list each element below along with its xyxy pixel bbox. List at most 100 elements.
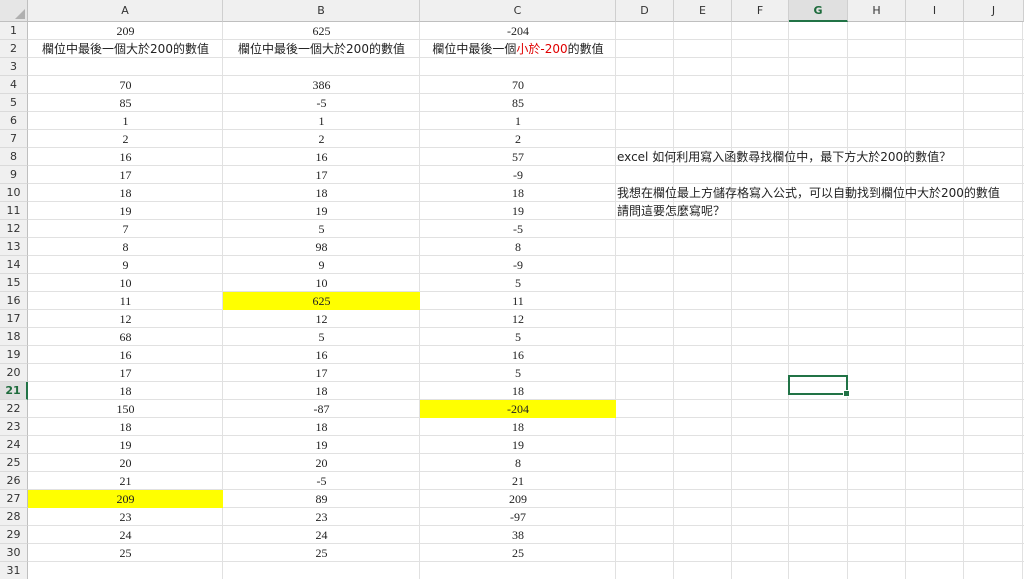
cell-b16[interactable]: 625 bbox=[223, 292, 420, 310]
row-header-14[interactable]: 14 bbox=[0, 256, 28, 274]
cell-b25[interactable]: 20 bbox=[223, 454, 420, 472]
cell-b12[interactable]: 5 bbox=[223, 220, 420, 238]
cell-b18[interactable]: 5 bbox=[223, 328, 420, 346]
cell-a25[interactable]: 20 bbox=[28, 454, 223, 472]
cell-a6[interactable]: 1 bbox=[28, 112, 223, 130]
cell-a16[interactable]: 11 bbox=[28, 292, 223, 310]
row-header-1[interactable]: 1 bbox=[0, 22, 28, 40]
cell-b4[interactable]: 386 bbox=[223, 76, 420, 94]
cell-c21[interactable]: 18 bbox=[420, 382, 616, 400]
cell-a22[interactable]: 150 bbox=[28, 400, 223, 418]
cell-c17[interactable]: 12 bbox=[420, 310, 616, 328]
cell-a8[interactable]: 16 bbox=[28, 148, 223, 166]
cell-a13[interactable]: 8 bbox=[28, 238, 223, 256]
cell-a15[interactable]: 10 bbox=[28, 274, 223, 292]
cell-c30[interactable]: 25 bbox=[420, 544, 616, 562]
row-header-5[interactable]: 5 bbox=[0, 94, 28, 112]
row-header-7[interactable]: 7 bbox=[0, 130, 28, 148]
cell-c29[interactable]: 38 bbox=[420, 526, 616, 544]
column-header-g[interactable]: G bbox=[789, 0, 848, 22]
cell-b13[interactable]: 98 bbox=[223, 238, 420, 256]
column-header-a[interactable]: A bbox=[28, 0, 223, 22]
column-header-h[interactable]: H bbox=[848, 0, 906, 22]
cell-c12[interactable]: -5 bbox=[420, 220, 616, 238]
select-all-corner[interactable] bbox=[0, 0, 28, 22]
row-header-8[interactable]: 8 bbox=[0, 148, 28, 166]
cell-a11[interactable]: 19 bbox=[28, 202, 223, 220]
cell-a10[interactable]: 18 bbox=[28, 184, 223, 202]
cell-b7[interactable]: 2 bbox=[223, 130, 420, 148]
active-cell-g21[interactable] bbox=[788, 375, 850, 397]
column-header-c[interactable]: C bbox=[420, 0, 616, 22]
row-header-29[interactable]: 29 bbox=[0, 526, 28, 544]
cell-a24[interactable]: 19 bbox=[28, 436, 223, 454]
cell-c8[interactable]: 57 bbox=[420, 148, 616, 166]
cell-c2[interactable]: 欄位中最後一個小於-200的數值 bbox=[420, 40, 616, 58]
cell-b11[interactable]: 19 bbox=[223, 202, 420, 220]
column-header-e[interactable]: E bbox=[674, 0, 732, 22]
cell-b2[interactable]: 欄位中最後一個大於200的數值 bbox=[223, 40, 420, 58]
column-header-f[interactable]: F bbox=[732, 0, 789, 22]
cell-a1[interactable]: 209 bbox=[28, 22, 223, 40]
row-header-13[interactable]: 13 bbox=[0, 238, 28, 256]
row-header-4[interactable]: 4 bbox=[0, 76, 28, 94]
cell-c6[interactable]: 1 bbox=[420, 112, 616, 130]
cell-b9[interactable]: 17 bbox=[223, 166, 420, 184]
row-header-11[interactable]: 11 bbox=[0, 202, 28, 220]
cell-c26[interactable]: 21 bbox=[420, 472, 616, 490]
row-header-3[interactable]: 3 bbox=[0, 58, 28, 76]
row-header-21[interactable]: 21 bbox=[0, 382, 28, 400]
cell-b20[interactable]: 17 bbox=[223, 364, 420, 382]
cell-b22[interactable]: -87 bbox=[223, 400, 420, 418]
row-header-28[interactable]: 28 bbox=[0, 508, 28, 526]
cell-c27[interactable]: 209 bbox=[420, 490, 616, 508]
cell-b28[interactable]: 23 bbox=[223, 508, 420, 526]
cell-a29[interactable]: 24 bbox=[28, 526, 223, 544]
cell-b8[interactable]: 16 bbox=[223, 148, 420, 166]
cell-b27[interactable]: 89 bbox=[223, 490, 420, 508]
cell-c20[interactable]: 5 bbox=[420, 364, 616, 382]
cell-a2[interactable]: 欄位中最後一個大於200的數值 bbox=[28, 40, 223, 58]
column-header-d[interactable]: D bbox=[616, 0, 674, 22]
row-header-9[interactable]: 9 bbox=[0, 166, 28, 184]
cell-a27[interactable]: 209 bbox=[28, 490, 223, 508]
cell-b26[interactable]: -5 bbox=[223, 472, 420, 490]
cell-b19[interactable]: 16 bbox=[223, 346, 420, 364]
row-header-6[interactable]: 6 bbox=[0, 112, 28, 130]
row-header-17[interactable]: 17 bbox=[0, 310, 28, 328]
row-header-10[interactable]: 10 bbox=[0, 184, 28, 202]
cell-c4[interactable]: 70 bbox=[420, 76, 616, 94]
cell-c1[interactable]: -204 bbox=[420, 22, 616, 40]
cell-c22[interactable]: -204 bbox=[420, 400, 616, 418]
cell-b14[interactable]: 9 bbox=[223, 256, 420, 274]
column-header-i[interactable]: I bbox=[906, 0, 964, 22]
row-header-16[interactable]: 16 bbox=[0, 292, 28, 310]
cell-a5[interactable]: 85 bbox=[28, 94, 223, 112]
row-header-19[interactable]: 19 bbox=[0, 346, 28, 364]
row-header-27[interactable]: 27 bbox=[0, 490, 28, 508]
cell-a26[interactable]: 21 bbox=[28, 472, 223, 490]
note-line-3[interactable]: 請問這要怎麼寫呢？ bbox=[617, 202, 725, 220]
cell-c7[interactable]: 2 bbox=[420, 130, 616, 148]
cell-a20[interactable]: 17 bbox=[28, 364, 223, 382]
column-header-j[interactable]: J bbox=[964, 0, 1024, 22]
cell-c14[interactable]: -9 bbox=[420, 256, 616, 274]
row-header-20[interactable]: 20 bbox=[0, 364, 28, 382]
cell-c18[interactable]: 5 bbox=[420, 328, 616, 346]
row-header-26[interactable]: 26 bbox=[0, 472, 28, 490]
cell-c23[interactable]: 18 bbox=[420, 418, 616, 436]
cell-b15[interactable]: 10 bbox=[223, 274, 420, 292]
cell-b30[interactable]: 25 bbox=[223, 544, 420, 562]
row-header-24[interactable]: 24 bbox=[0, 436, 28, 454]
cell-c24[interactable]: 19 bbox=[420, 436, 616, 454]
cell-b23[interactable]: 18 bbox=[223, 418, 420, 436]
cell-c25[interactable]: 8 bbox=[420, 454, 616, 472]
row-header-18[interactable]: 18 bbox=[0, 328, 28, 346]
cell-b21[interactable]: 18 bbox=[223, 382, 420, 400]
column-header-b[interactable]: B bbox=[223, 0, 420, 22]
cell-c9[interactable]: -9 bbox=[420, 166, 616, 184]
cell-b17[interactable]: 12 bbox=[223, 310, 420, 328]
cell-b5[interactable]: -5 bbox=[223, 94, 420, 112]
note-line-1[interactable]: excel 如何利用寫入函數尋找欄位中，最下方大於200的數值？ bbox=[617, 148, 951, 166]
cell-a28[interactable]: 23 bbox=[28, 508, 223, 526]
